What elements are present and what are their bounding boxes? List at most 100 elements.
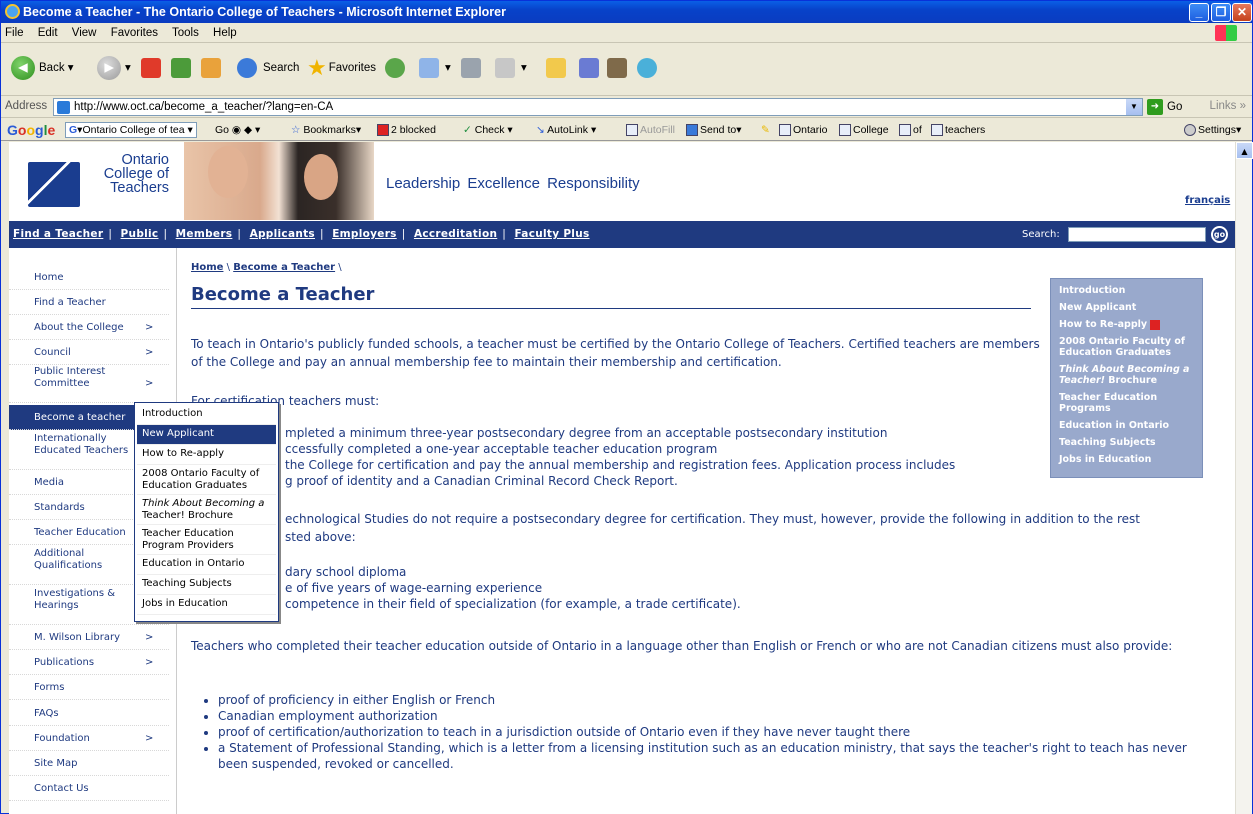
flyout-item-program-providers[interactable]: Teacher Education Program Providers (137, 525, 276, 555)
breadcrumb-home[interactable]: Home (191, 262, 223, 273)
vertical-scrollbar[interactable]: ▲ (1235, 142, 1253, 814)
nav-accreditation[interactable]: Accreditation (414, 228, 497, 240)
scroll-up-icon[interactable]: ▲ (1236, 142, 1253, 159)
man-face (208, 146, 248, 198)
minimize-button[interactable]: _ (1189, 3, 1209, 22)
menu-view[interactable]: View (72, 27, 97, 39)
search-button[interactable]: Search (237, 53, 299, 83)
woman-face (304, 154, 338, 200)
flyout-item-teaching-subjects[interactable]: Teaching Subjects (137, 575, 276, 595)
site-search-go-button[interactable]: go (1211, 226, 1228, 243)
highlight-button[interactable]: ✎ (761, 119, 770, 140)
links-button[interactable]: Links » (1210, 100, 1246, 112)
forward-button[interactable]: ▶ ▾ (97, 53, 131, 83)
menu-favorites[interactable]: Favorites (111, 27, 158, 39)
flyout-item-introduction[interactable]: Introduction (137, 405, 276, 425)
sidebar-item-library[interactable]: M. Wilson Library > (9, 625, 169, 650)
menu-edit[interactable]: Edit (38, 27, 58, 39)
edit-button[interactable]: ▾ (495, 53, 527, 83)
maximize-button[interactable]: ❐ (1211, 3, 1231, 22)
google-go-button[interactable]: Go ◉ ◆ ▾ (215, 119, 260, 140)
nav-public[interactable]: Public (121, 228, 159, 240)
term-ontario[interactable]: Ontario (779, 119, 827, 140)
folder-button[interactable] (546, 53, 572, 83)
header-photo (184, 142, 374, 220)
home-button[interactable] (201, 53, 227, 83)
sidebar-item-about[interactable]: About the College > (9, 315, 169, 340)
section-link-teaching-subjects[interactable]: Teaching Subjects (1059, 437, 1194, 448)
section-link-jobs[interactable]: Jobs in Education (1059, 454, 1194, 465)
menu-file[interactable]: File (5, 27, 24, 39)
term-teachers[interactable]: teachers (931, 119, 985, 140)
site-search-input[interactable] (1068, 227, 1206, 242)
francais-link[interactable]: français (1185, 195, 1230, 206)
highlighter-icon: ✎ (761, 124, 770, 136)
oct-logo-text[interactable]: Ontario College of Teachers (91, 152, 169, 196)
section-link-new-applicant[interactable]: New Applicant (1059, 302, 1194, 313)
flyout-item-new-applicant[interactable]: New Applicant (137, 425, 276, 445)
flyout-item-jobs[interactable]: Jobs in Education (137, 595, 276, 615)
links-label: Links (1209, 100, 1237, 112)
sidebar-item-foundation[interactable]: Foundation > (9, 726, 169, 751)
translate-button[interactable] (607, 53, 633, 83)
media-button[interactable] (385, 53, 411, 83)
back-button[interactable]: ◀ Back ▾ (11, 53, 74, 83)
autolink-button[interactable]: ↘ AutoLink ▾ (536, 119, 596, 140)
messenger-button[interactable] (637, 53, 663, 83)
section-link-graduates[interactable]: 2008 Ontario Faculty of Education Gradua… (1059, 336, 1194, 358)
google-search-input[interactable]: G▾Ontario College of tea ▾ (65, 122, 197, 139)
sidebar-item-contact[interactable]: Contact Us (9, 776, 169, 801)
print-button[interactable] (461, 53, 487, 83)
nav-find-teacher[interactable]: Find a Teacher (13, 228, 103, 240)
address-dropdown-icon[interactable]: ▼ (1126, 99, 1142, 115)
sidebar-item-home[interactable]: Home (9, 265, 169, 290)
favorites-button[interactable]: ★ Favorites (307, 53, 376, 83)
spell-check-button[interactable]: ✓ Check ▾ (463, 119, 513, 140)
sidebar-item-label: Media (34, 477, 65, 488)
sendto-button[interactable]: Send to▾ (686, 119, 741, 140)
section-link-introduction[interactable]: Introduction (1059, 285, 1194, 296)
sidebar-item-publications[interactable]: Publications > (9, 650, 169, 675)
become-teacher-flyout-menu: Introduction New Applicant How to Re-app… (134, 402, 279, 622)
autofill-button[interactable]: AutoFill (626, 119, 675, 140)
go-button[interactable]: ➜ Go (1147, 98, 1182, 116)
address-input[interactable]: http://www.oct.ca/become_a_teacher/?lang… (53, 98, 1143, 116)
menu-tools[interactable]: Tools (172, 27, 199, 39)
nav-applicants[interactable]: Applicants (250, 228, 315, 240)
mail-button[interactable]: ▾ (419, 53, 451, 83)
section-link-reapply[interactable]: How to Re-apply (1059, 319, 1194, 330)
term-college[interactable]: College (839, 119, 889, 140)
refresh-button[interactable] (171, 53, 197, 83)
sidebar-item-label: About the College (34, 322, 124, 333)
flyout-item-brochure[interactable]: Think About Becoming a Teacher! Brochure (137, 495, 276, 525)
sidebar-item-public-interest[interactable]: Public Interest Committee > (9, 365, 169, 403)
tech-line-2: sted above: (285, 530, 356, 544)
autolink-label: AutoLink (547, 124, 589, 136)
section-link-programs[interactable]: Teacher Education Programs (1059, 392, 1194, 414)
breadcrumb-current[interactable]: Become a Teacher (233, 262, 335, 273)
bookmarks-button[interactable]: ☆ Bookmarks▾ (291, 119, 361, 140)
nav-members[interactable]: Members (176, 228, 233, 240)
sidebar-item-faqs[interactable]: FAQs (9, 701, 169, 726)
settings-button[interactable]: Settings▾ (1184, 119, 1241, 140)
oct-logo-icon[interactable] (28, 162, 80, 207)
sidebar-item-site-map[interactable]: Site Map (9, 751, 169, 776)
flyout-item-education-ontario[interactable]: Education in Ontario (137, 555, 276, 575)
section-link-brochure[interactable]: Think About Becoming a Teacher! Brochure (1059, 364, 1194, 386)
flyout-item-reapply[interactable]: How to Re-apply (137, 445, 276, 465)
nav-employers[interactable]: Employers (332, 228, 397, 240)
close-button[interactable]: ✕ (1232, 3, 1252, 22)
section-link-education-ontario[interactable]: Education in Ontario (1059, 420, 1194, 431)
term-of[interactable]: of (899, 119, 922, 140)
requirement-1: mpleted a minimum three-year postseconda… (285, 426, 888, 440)
logo-line-1: Ontario (121, 152, 169, 168)
research-button[interactable] (579, 53, 605, 83)
popup-blocker-button[interactable]: 2 blocked (377, 119, 436, 140)
nav-faculty-plus[interactable]: Faculty Plus (514, 228, 589, 240)
menu-help[interactable]: Help (213, 27, 237, 39)
stop-button[interactable] (141, 53, 167, 83)
sidebar-item-forms[interactable]: Forms (9, 675, 169, 700)
flyout-item-graduates[interactable]: 2008 Ontario Faculty of Education Graduat… (137, 465, 276, 495)
sidebar-item-find-teacher[interactable]: Find a Teacher (9, 290, 169, 315)
sidebar-item-council[interactable]: Council > (9, 340, 169, 365)
